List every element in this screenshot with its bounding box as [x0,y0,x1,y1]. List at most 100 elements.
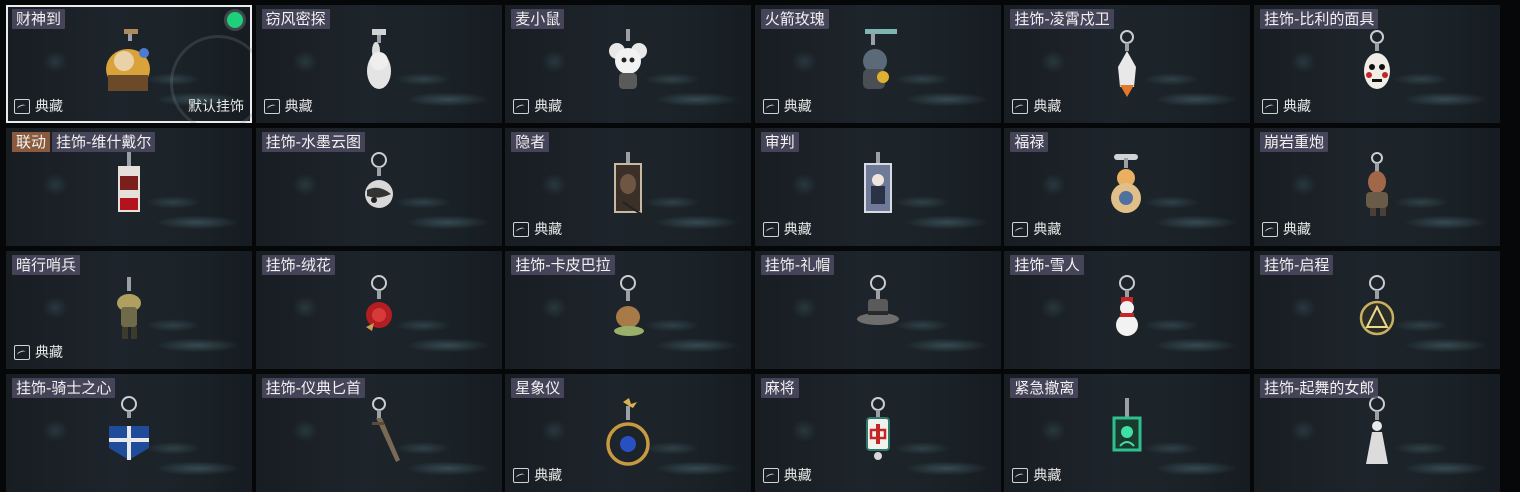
image-icon [1012,467,1029,483]
charm-card[interactable]: 挂饰-比利的面具典藏 [1253,5,1500,123]
card-charm-icon [118,152,140,212]
image-icon [263,98,280,114]
collection-badge: 典藏 [513,465,562,485]
charm-name: 挂饰-比利的面具 [1259,9,1379,29]
collection-badge: 典藏 [1012,96,1061,116]
charm-card[interactable]: 火箭玫瑰 典藏 [754,5,1001,123]
charm-title: 星象仪 [511,378,565,398]
collection-badge: 典藏 [1012,219,1061,239]
collection-label: 典藏 [1033,222,1062,238]
charm-card[interactable]: 挂饰-水墨云图 [255,128,502,246]
mouse-charm-icon [609,29,648,89]
default-charm-label: 默认挂饰 [188,99,244,115]
charm-name: 挂饰-卡皮巴拉 [511,255,615,275]
collection-badge: 典藏 [513,219,562,239]
image-icon [513,221,530,237]
charm-title: 挂饰-凌霄戍卫 [1010,9,1114,29]
collection-badge: 典藏 [762,465,812,485]
charm-title: 挂饰-仪典匕首 [261,378,366,398]
charm-title: 挂饰-雪人 [1010,255,1084,275]
charm-card[interactable]: 福禄典藏 [1004,128,1251,246]
charm-name: 挂饰-启程 [1259,255,1334,275]
rose-charm-icon [365,275,392,331]
charm-card[interactable]: 联动 挂饰-维什戴尔 [6,128,252,246]
collection-label: 典藏 [284,99,313,115]
charm-card[interactable]: 隐者 典藏 [505,128,752,246]
charm-title: 火箭玫瑰 [760,9,829,29]
charm-card[interactable]: 审判 典藏 [754,128,1001,246]
rocket-rose-charm-icon [862,29,897,89]
collection-label: 典藏 [534,222,563,238]
image-icon [1012,98,1029,114]
charm-card[interactable]: 暗行哨兵 典藏 [6,251,252,369]
charm-card[interactable]: 挂饰-礼帽 [754,251,1001,369]
collection-label: 典藏 [534,468,563,484]
collection-badge: 典藏 [1261,96,1311,116]
charm-title: 挂饰-卡皮巴拉 [511,255,615,275]
snowman-charm-icon [1116,275,1139,336]
charm-card[interactable]: 窃风密探 典藏 [255,5,502,123]
charm-card[interactable]: 麻将典藏 [754,374,1001,492]
charm-name: 审判 [760,132,799,152]
charm-title: 挂饰-绒花 [261,255,336,275]
collection-label: 典藏 [35,345,63,361]
charm-title: 挂饰-起舞的女郎 [1259,378,1379,398]
charm-name: 挂饰-绒花 [261,255,336,275]
charm-grid: 财神到 典藏 默认挂饰 窃风密探 典藏 麦小鼠 典藏 火箭玫瑰 典藏 挂饰-凌霄戍卫 典藏 挂饰-比利… [6,5,1500,492]
charm-name: 福禄 [1010,132,1049,152]
dagger-charm-icon [371,397,400,462]
charm-title: 紧急撤离 [1010,378,1079,398]
charm-title: 联动 挂饰-维什戴尔 [12,132,156,152]
collection-label: 典藏 [1033,99,1062,115]
charm-card[interactable]: 挂饰-启程 [1253,251,1500,369]
charm-card[interactable]: 财神到 典藏 默认挂饰 [6,5,252,123]
collection-badge: 典藏 [263,96,313,116]
collection-label: 典藏 [783,99,812,115]
charm-name: 挂饰-雪人 [1010,255,1084,275]
charm-card[interactable]: 紧急撤离 典藏 [1004,374,1251,492]
selected-indicator [227,12,243,28]
top-hat-charm-icon [856,275,899,325]
charm-name: 火箭玫瑰 [760,9,829,29]
collection-label: 典藏 [534,99,563,115]
charm-name: 窃风密探 [261,9,330,29]
collection-badge: 典藏 [1261,219,1311,239]
astrolabe-charm-icon [606,398,650,466]
charm-name: 暗行哨兵 [12,255,81,275]
rocket-charm-icon [1118,30,1137,97]
gourd-charm-icon [1111,154,1142,213]
charm-title: 挂饰-骑士之心 [12,378,116,398]
collection-badge: 典藏 [14,342,63,362]
charm-card[interactable]: 挂饰-雪人 [1004,251,1251,369]
ink-ball-charm-icon [364,152,393,208]
charm-card[interactable]: 麦小鼠典藏 [505,5,752,123]
charm-card[interactable]: 挂饰-绒花 [255,251,502,369]
charm-title: 麻将 [760,378,799,398]
charm-name: 麻将 [760,378,799,398]
charm-card[interactable]: 挂饰-仪典匕首 [255,374,502,492]
knight-shield-charm-icon [109,396,149,460]
mahjong-tile-charm-icon [865,397,890,460]
dancer-charm-icon [1365,396,1388,464]
charm-card[interactable]: 挂饰-起舞的女郎 [1253,374,1500,492]
charm-name: 麦小鼠 [511,9,565,29]
image-icon [513,98,530,114]
charm-card[interactable]: 挂饰-凌霄戍卫典藏 [1004,5,1251,123]
charm-card[interactable]: 崩岩重炮 典藏 [1253,128,1500,246]
collection-label: 典藏 [1282,99,1311,115]
collection-label: 典藏 [1282,222,1311,238]
collection-label: 典藏 [35,99,63,115]
charm-name: 挂饰-礼帽 [760,255,835,275]
cannon-figure-charm-icon [1365,152,1388,216]
charm-card[interactable]: 星象仪典藏 [505,374,752,492]
image-icon [513,467,530,483]
image-icon [762,98,779,114]
charm-title: 挂饰-启程 [1259,255,1334,275]
hermit-card-charm-icon [614,152,654,223]
collection-label: 典藏 [1033,468,1062,484]
charm-card[interactable]: 挂饰-骑士之心 [6,374,252,492]
collection-label: 典藏 [783,468,812,484]
charm-title: 审判 [760,132,799,152]
charm-card[interactable]: 挂饰-卡皮巴拉 [505,251,752,369]
god-of-wealth-charm-icon [106,29,150,91]
